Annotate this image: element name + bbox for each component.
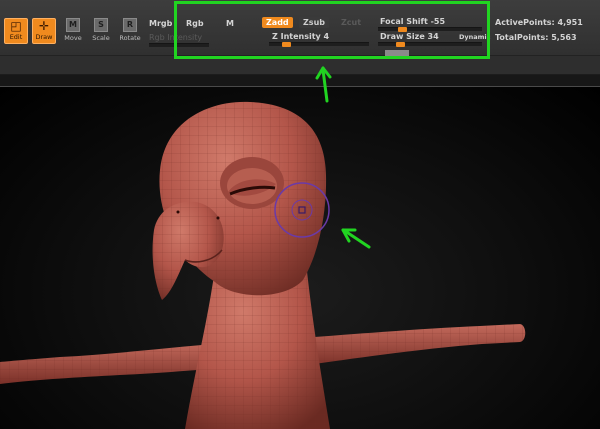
highlight-box xyxy=(174,1,490,59)
rotate-button[interactable]: R Rotate xyxy=(117,10,143,42)
active-points-readout: ActivePoints: 4,951 xyxy=(495,18,583,27)
nostril-right xyxy=(216,216,220,220)
rotate-label: Rotate xyxy=(119,34,141,42)
edit-button[interactable]: ◰ Edit xyxy=(4,18,28,44)
scale-button[interactable]: S Scale xyxy=(88,10,114,42)
tertiary-shelf xyxy=(0,75,600,87)
sculpt-model xyxy=(0,101,526,429)
canvas-viewport[interactable] xyxy=(0,87,600,429)
draw-button[interactable]: ✛ Draw xyxy=(32,18,56,44)
draw-icon: ✛ xyxy=(38,19,50,33)
move-icon: M xyxy=(66,18,80,32)
total-points-readout: TotalPoints: 5,563 xyxy=(495,33,577,42)
edit-icon: ◰ xyxy=(10,19,22,33)
scale-label: Scale xyxy=(92,34,110,42)
edit-label: Edit xyxy=(9,33,23,41)
move-button[interactable]: M Move xyxy=(60,10,86,42)
right-arm-mesh xyxy=(300,324,526,366)
nostril-left xyxy=(176,210,180,214)
draw-label: Draw xyxy=(35,33,53,41)
rotate-icon: R xyxy=(123,18,137,32)
scale-icon: S xyxy=(94,18,108,32)
move-label: Move xyxy=(64,34,82,42)
mrgb-button[interactable]: Mrgb xyxy=(149,19,172,28)
